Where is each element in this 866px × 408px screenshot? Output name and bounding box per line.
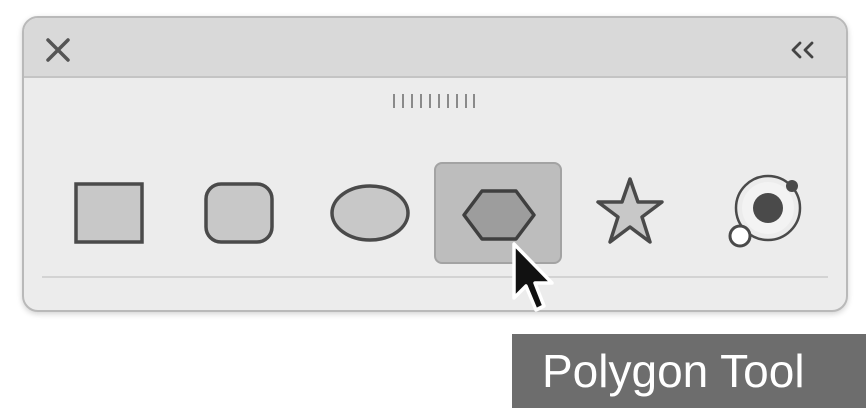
- rounded-rectangle-icon: [204, 182, 274, 244]
- collapse-panel-icon[interactable]: [788, 38, 820, 62]
- panel-titlebar: [24, 18, 846, 78]
- close-icon[interactable]: [44, 36, 72, 64]
- drag-handle-icon[interactable]: [392, 92, 476, 110]
- ellipse-tool[interactable]: [306, 162, 434, 264]
- mouse-pointer-icon: [508, 240, 560, 316]
- rectangle-icon: [74, 182, 144, 244]
- hexagon-icon: [462, 189, 536, 241]
- app-stage: Polygon Tool: [0, 0, 866, 408]
- rounded-rectangle-tool[interactable]: [174, 162, 302, 264]
- rectangle-tool[interactable]: [46, 162, 174, 264]
- star-icon: [596, 177, 664, 244]
- flare-icon: [728, 174, 802, 248]
- panel-divider: [42, 276, 828, 278]
- flare-tool[interactable]: [704, 162, 832, 264]
- star-tool[interactable]: [566, 162, 694, 264]
- shape-tools-panel: [22, 16, 848, 312]
- ellipse-icon: [330, 184, 410, 242]
- polygon-tool-tooltip: Polygon Tool: [512, 334, 866, 408]
